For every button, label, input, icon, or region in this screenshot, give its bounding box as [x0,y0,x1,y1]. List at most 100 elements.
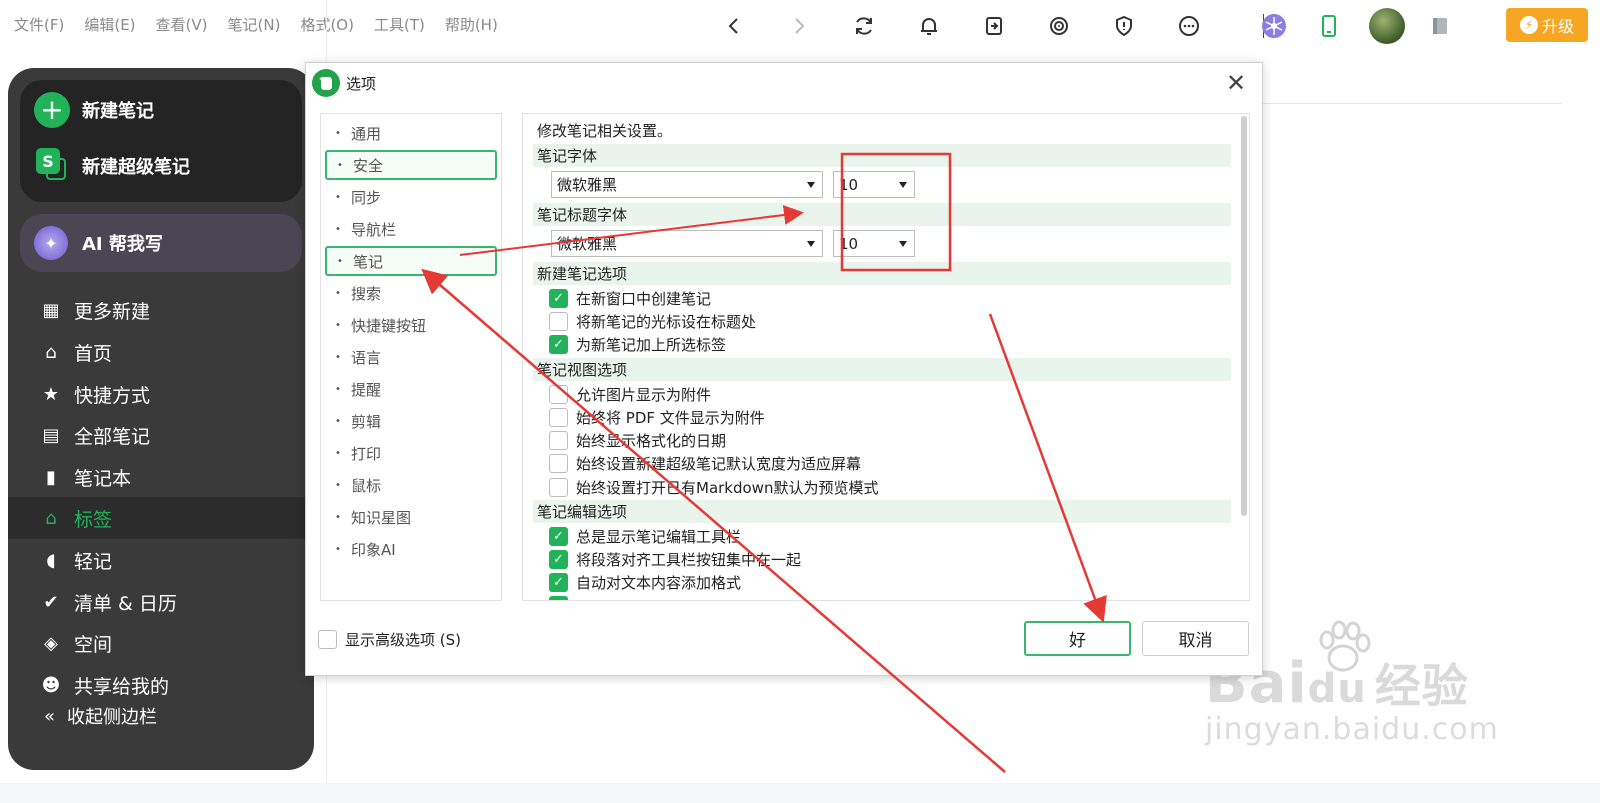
new-super-note-button[interactable]: S 新建超级笔记 [34,148,190,184]
sidebar-item-quick-notes[interactable]: ◖ 轻记 [8,539,314,581]
notebook-icon[interactable] [1422,8,1458,44]
sync-icon[interactable] [846,8,882,44]
notebook-icon: ▮ [46,466,56,488]
option-image-attachment[interactable]: 允许图片显示为附件 [549,383,711,405]
shield-icon[interactable] [1106,8,1142,44]
category-yinxiang-ai[interactable]: • 印象AI [325,534,497,564]
quick-note-icon: ◖ [46,549,56,571]
title-font-size-select[interactable]: 10 [833,230,915,257]
bullet-icon: • [335,319,341,331]
checkbox[interactable] [549,430,568,450]
note-font-size-select[interactable]: 10 [833,171,915,198]
checkbox[interactable] [549,311,568,331]
ai-write-button[interactable]: ✦ AI 帮我写 [20,214,302,272]
menu-edit[interactable]: 编辑(E) [84,14,135,35]
sidebar-item-label: 空间 [74,633,113,656]
sidebar-item-checklist[interactable]: ✔ 清单 & 日历 [8,581,314,623]
menu-tools[interactable]: 工具(T) [374,14,425,35]
checkbox-checked[interactable]: ✓ [549,595,568,600]
collapse-label: 收起侧边栏 [67,707,158,728]
checkbox-checked[interactable]: ✓ [549,572,568,592]
scrollbar[interactable] [1241,116,1247,516]
sidebar: + 新建笔记 S 新建超级笔记 ✦ AI 帮我写 ▦ 更多新建 ⌂ 首页 ★ 快… [8,68,314,770]
option-markdown-preview[interactable]: 始终设置打开已有Markdown默认为预览模式 [549,476,878,498]
option-add-selected-tags[interactable]: ✓ 为新笔记加上所选标签 [549,333,726,355]
option-partially-hidden[interactable]: ✓ [549,594,568,600]
checkbox-checked[interactable]: ✓ [549,526,568,546]
sidebar-item-space[interactable]: ◈ 空间 [8,622,314,664]
option-formatted-date[interactable]: 始终显示格式化的日期 [549,429,726,451]
category-label: 安全 [353,156,384,175]
category-navbar[interactable]: • 导航栏 [325,214,497,244]
sidebar-item-home[interactable]: ⌂ 首页 [8,331,314,373]
option-new-window[interactable]: ✓ 在新窗口中创建笔记 [549,287,711,309]
collapse-sidebar-button[interactable]: « 收起侧边栏 [8,696,314,736]
category-label: 印象AI [351,540,396,559]
title-font-family-select[interactable]: 微软雅黑 [551,230,823,257]
back-icon[interactable] [716,8,752,44]
new-note-button[interactable]: + 新建笔记 [34,92,154,128]
network-icon[interactable] [1256,8,1292,44]
category-language[interactable]: • 语言 [325,342,497,372]
sidebar-item-shortcuts[interactable]: ★ 快捷方式 [8,373,314,415]
menu-bar: 文件(F) 编辑(E) 查看(V) 笔记(N) 格式(O) 工具(T) 帮助(H… [0,0,1600,52]
checkbox[interactable] [549,407,568,427]
target-icon[interactable] [1041,8,1077,44]
checkbox[interactable] [549,453,568,473]
sidebar-item-tags[interactable]: ⌂ 标签 [8,497,314,539]
option-group-align-buttons[interactable]: ✓ 将段落对齐工具栏按钮集中在一起 [549,548,801,570]
checkbox-checked[interactable]: ✓ [549,549,568,569]
category-general[interactable]: • 通用 [325,118,497,148]
checkbox[interactable] [318,630,337,649]
note-font-family-select[interactable]: 微软雅黑 [551,171,823,198]
upgrade-button[interactable]: ⚡ 升级 [1506,8,1588,42]
menu-file[interactable]: 文件(F) [14,14,64,35]
options-category-list: • 通用 • 安全 • 同步 • 导航栏 • 笔记 • 搜索 • 快捷键按钮 • 语言 • 提醒 … [320,113,502,601]
dropdown-arrow-icon [807,241,815,247]
new-note-card: + 新建笔记 S 新建超级笔记 [20,80,302,202]
option-cursor-title[interactable]: 将新笔记的光标设在标题处 [549,310,756,332]
option-pdf-attachment[interactable]: 始终将 PDF 文件显示为附件 [549,406,765,428]
category-reminders[interactable]: • 提醒 [325,374,497,404]
menu-note[interactable]: 笔记(N) [228,14,281,35]
show-advanced-options[interactable]: 显示高级选项 (S) [318,629,461,650]
section-note-edit: 笔记编辑选项 [533,500,1231,523]
option-auto-format[interactable]: ✓ 自动对文本内容添加格式 [549,571,741,593]
category-security[interactable]: • 安全 [325,150,497,180]
category-search[interactable]: • 搜索 [325,278,497,308]
forward-icon[interactable] [781,8,817,44]
option-label: 为新笔记加上所选标签 [576,335,727,354]
avatar[interactable] [1369,8,1405,44]
sidebar-item-more-new[interactable]: ▦ 更多新建 [8,289,314,331]
phone-icon[interactable] [1311,8,1347,44]
checkbox[interactable] [549,384,568,404]
category-knowledge-map[interactable]: • 知识星图 [325,502,497,532]
category-label: 笔记 [353,252,384,271]
category-hotkeys[interactable]: • 快捷键按钮 [325,310,497,340]
category-print[interactable]: • 打印 [325,438,497,468]
close-icon[interactable]: ✕ [1222,69,1250,97]
option-super-note-width[interactable]: 始终设置新建超级笔记默认宽度为适应屏幕 [549,452,861,474]
checkbox-checked[interactable]: ✓ [549,288,568,308]
sidebar-item-label: 首页 [74,342,113,365]
option-label: 始终将 PDF 文件显示为附件 [576,408,765,427]
category-mouse[interactable]: • 鼠标 [325,470,497,500]
ok-button[interactable]: 好 [1024,621,1131,656]
cancel-button[interactable]: 取消 [1142,621,1249,656]
menu-help[interactable]: 帮助(H) [445,14,498,35]
category-sync[interactable]: • 同步 [325,182,497,212]
sidebar-item-all-notes[interactable]: ▤ 全部笔记 [8,414,314,456]
checkbox[interactable] [549,477,568,497]
option-show-toolbar[interactable]: ✓ 总是显示笔记编辑工具栏 [549,525,741,547]
tag-icon: ⌂ [45,507,57,529]
more-icon[interactable] [1171,8,1207,44]
menu-format[interactable]: 格式(O) [300,14,354,35]
share-icon[interactable] [976,8,1012,44]
sidebar-item-notebooks[interactable]: ▮ 笔记本 [8,456,314,498]
category-notes[interactable]: • 笔记 [325,246,497,276]
category-clipper[interactable]: • 剪辑 [325,406,497,436]
new-note-label: 新建笔记 [82,101,154,122]
menu-view[interactable]: 查看(V) [156,14,208,35]
checkbox-checked[interactable]: ✓ [549,334,568,354]
bell-icon[interactable] [911,8,947,44]
